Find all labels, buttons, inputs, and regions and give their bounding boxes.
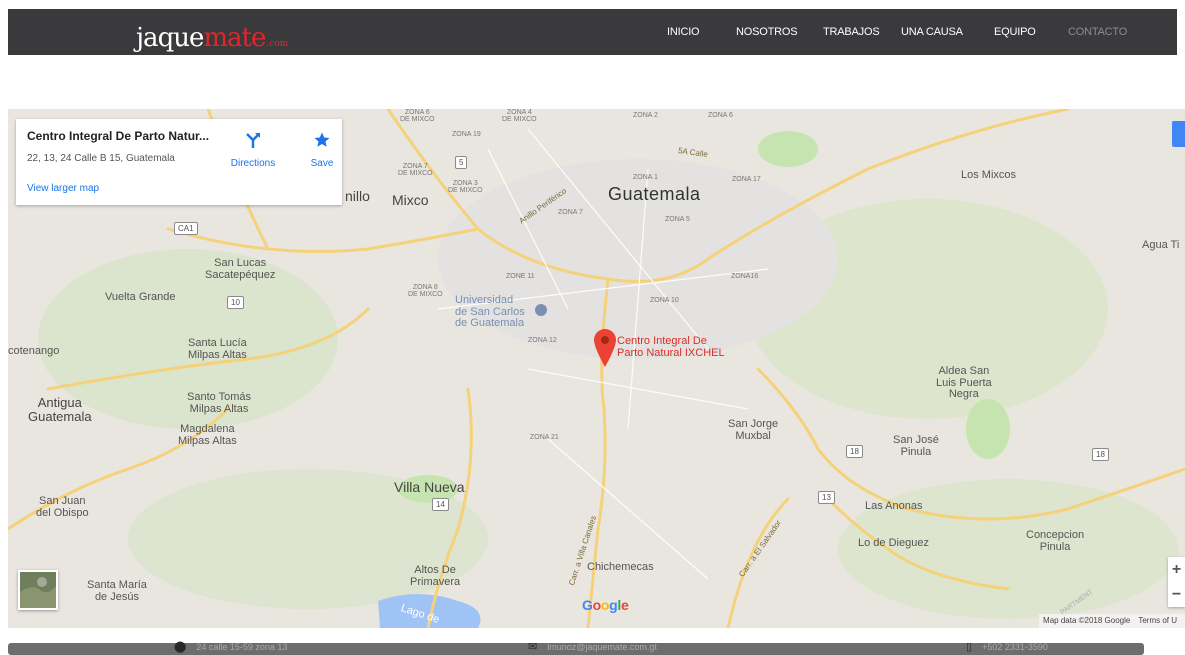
zoom-control: + − — [1168, 557, 1185, 607]
logo-suffix: .com — [266, 39, 289, 49]
route-shield-13: 13 — [818, 491, 835, 504]
label-las-anonas: Las Anonas — [865, 500, 923, 512]
site-logo[interactable]: jaque mate .com — [136, 13, 288, 51]
label-villa-nueva: Villa Nueva — [394, 479, 465, 495]
directions-label: Directions — [230, 158, 276, 169]
label-los-mixcos: Los Mixcos — [961, 169, 1017, 181]
label-nillo: nillo — [345, 188, 370, 204]
label-universidad: Universidad de San Carlos de Guatemala — [455, 294, 525, 330]
label-santo-tomas: Santo Tomás Milpas Altas — [187, 391, 252, 415]
place-info-card: Centro Integral De Parto Natur... 22, 13… — [16, 119, 342, 205]
satellite-thumbnail-icon — [20, 572, 56, 608]
star-icon — [314, 132, 330, 147]
label-san-jose: San José Pinula — [893, 434, 939, 458]
nav-trabajos[interactable]: TRABAJOS — [823, 9, 880, 55]
label-zona-7: ZONA 7 — [558, 209, 583, 216]
satellite-layer-toggle[interactable] — [18, 570, 58, 610]
label-mixco: Mixco — [392, 192, 429, 208]
footer-phone[interactable]: ▯ +502 2331-3590 — [966, 640, 1048, 653]
footer-address: ⬤ 24 calle 15-59 zona 13 — [174, 641, 288, 653]
label-zona-10: ZONA 10 — [650, 297, 679, 304]
label-lo-de-dieguez: Lo de Dieguez — [858, 537, 929, 549]
label-santa-lucia: Santa Lucía Milpas Altas — [188, 337, 247, 361]
label-altos-de-primavera: Altos De Primavera — [410, 564, 461, 588]
contact-footer: ⬤ 24 calle 15-59 zona 13 ✉ lmunoz@jaquemat… — [8, 640, 1144, 655]
label-zona-1: ZONA 1 — [633, 174, 658, 181]
nav-inicio[interactable]: INICIO — [667, 9, 700, 55]
label-san-juan: San Juan del Obispo — [36, 495, 89, 519]
navbar: jaque mate .com INICIO NOSOTROS TRABAJOS U… — [8, 9, 1177, 55]
map-attribution: Map data ©2018 Google Terms of U — [1039, 614, 1185, 628]
logo-main: jaque — [136, 23, 204, 53]
google-logo: Google — [582, 597, 629, 613]
label-san-lucas: San Lucas Sacatepéquez — [205, 257, 276, 281]
label-zona-2: ZONA 2 — [633, 112, 658, 119]
label-zona-11: ZONE 11 — [506, 273, 535, 280]
route-shield-5: 5 — [455, 156, 468, 169]
label-zona-7-mixco: ZONA 7 DE MIXCO — [398, 163, 433, 178]
street-view-pegman-icon[interactable] — [1172, 121, 1185, 147]
view-larger-map-link[interactable]: View larger map — [27, 183, 99, 194]
marker-label: Centro Integral De Parto Natural IXCHEL — [617, 335, 725, 359]
label-zona-6-mixco: ZONA 6 DE MIXCO — [400, 109, 435, 124]
place-address: 22, 13, 24 Calle B 15, Guatemala — [27, 153, 175, 164]
save-label: Save — [310, 158, 334, 169]
footer-email[interactable]: ✉ lmunoz@jaquemate.com.gt — [528, 640, 657, 653]
label-agua-ti: Agua Ti — [1142, 239, 1180, 251]
label-zona-4-mixco: ZONA 4 DE MIXCO — [502, 109, 537, 124]
route-shield-10: 10 — [227, 296, 244, 309]
nav-contacto[interactable]: CONTACTO — [1068, 9, 1127, 55]
embedded-map[interactable]: Guatemala Mixco nillo Villa Nueva Los Mi… — [8, 109, 1185, 628]
label-concepcion: Concepcion Pinula — [1026, 529, 1085, 553]
route-shield-14: 14 — [432, 498, 449, 511]
label-zona-16: ZONA16 — [731, 273, 759, 280]
label-san-jorge: San Jorge Muxbal — [728, 418, 779, 442]
map-marker-icon[interactable] — [594, 329, 616, 372]
terms-of-use-link[interactable]: Terms of U — [1138, 616, 1177, 625]
label-cotenango: cotenango — [8, 345, 60, 357]
label-aldea-san-luis: Aldea San Luis Puerta Negra — [936, 365, 992, 401]
label-zona-6: ZONA 6 — [708, 112, 733, 119]
label-zona-17: ZONA 17 — [732, 176, 761, 183]
map-data-attribution: Map data ©2018 Google — [1043, 616, 1131, 625]
directions-icon — [246, 133, 260, 148]
label-zona-19: ZONA 19 — [452, 131, 481, 138]
label-santa-maria: Santa María de Jesús — [87, 579, 147, 603]
route-shield-ca1: CA1 — [174, 222, 198, 235]
label-zona-3-mixco: ZONA 3 DE MIXCO — [448, 180, 483, 195]
label-magdalena: Magdalena Milpas Altas — [178, 423, 237, 447]
label-antigua: Antigua Guatemala — [28, 395, 92, 424]
nav-equipo[interactable]: EQUIPO — [994, 9, 1036, 55]
nav-nosotros[interactable]: NOSOTROS — [736, 9, 798, 55]
directions-button[interactable]: Directions — [225, 131, 281, 169]
route-shield-18b: 18 — [1092, 448, 1109, 461]
route-shield-18a: 18 — [846, 445, 863, 458]
location-pin-icon: ⬤ — [174, 641, 187, 653]
zoom-in-button[interactable]: + — [1168, 557, 1185, 582]
label-vuelta-grande: Vuelta Grande — [105, 291, 176, 303]
place-name: Centro Integral De Parto Natur... — [27, 129, 210, 143]
nav-una-causa[interactable]: UNA CAUSA — [901, 9, 963, 55]
logo-accent: mate — [203, 23, 266, 53]
label-guatemala: Guatemala — [608, 184, 701, 204]
phone-icon: ▯ — [966, 641, 973, 653]
university-icon — [535, 304, 547, 316]
label-zona-12: ZONA 12 — [528, 337, 557, 344]
label-zona-8-mixco: ZONA 8 DE MIXCO — [408, 284, 443, 299]
envelope-icon: ✉ — [528, 641, 538, 653]
zoom-out-button[interactable]: − — [1168, 582, 1185, 607]
save-button[interactable]: Save — [304, 131, 340, 169]
label-chichemecas: Chichemecas — [587, 561, 654, 573]
label-zona-21: ZONA 21 — [530, 434, 559, 441]
label-zona-5: ZONA 5 — [665, 216, 690, 223]
